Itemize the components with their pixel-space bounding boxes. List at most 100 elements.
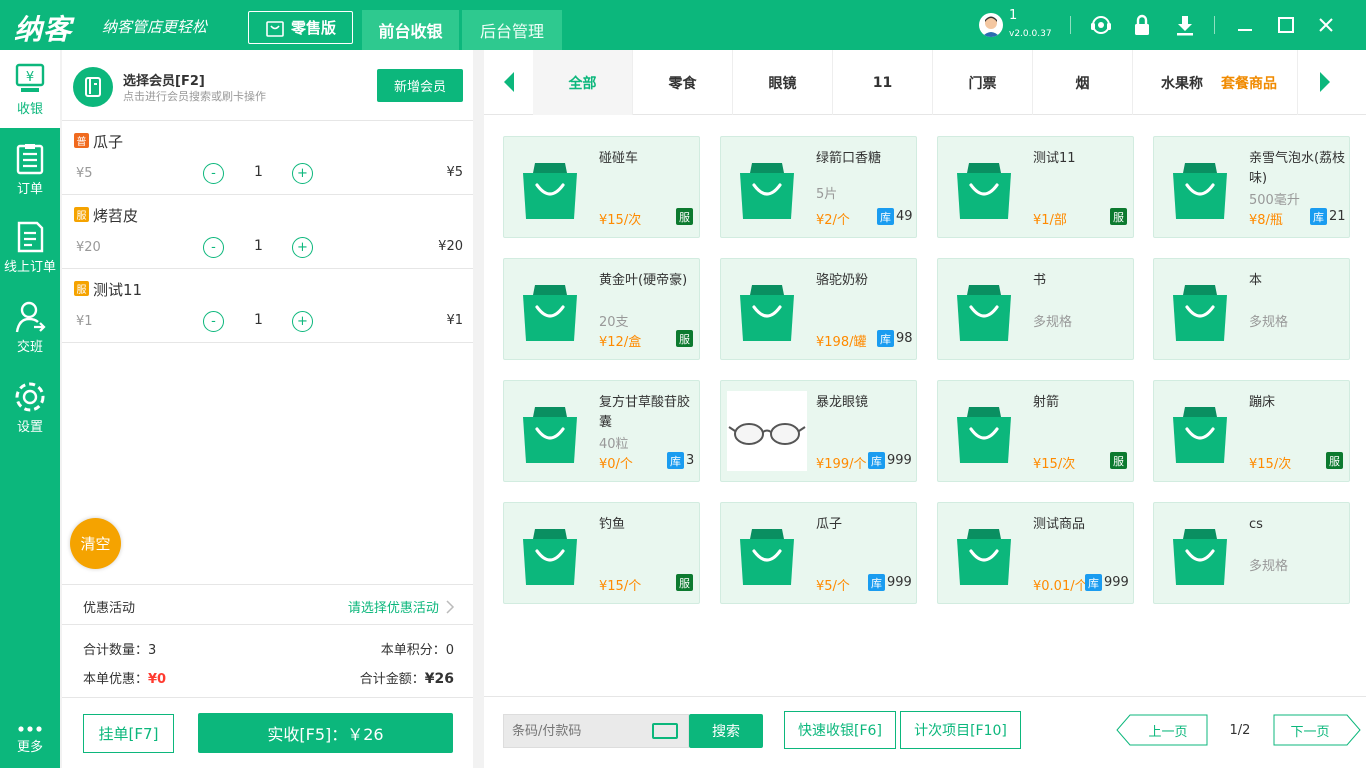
sidebar-item-cashier[interactable]: ¥ 收银 [0, 50, 60, 128]
increase-qty-button[interactable]: + [292, 237, 313, 258]
category-prev-arrow[interactable] [504, 72, 514, 92]
member-icon[interactable] [73, 67, 113, 107]
lock-icon[interactable] [1130, 13, 1154, 37]
product-name: 骆驼奶粉 [816, 273, 869, 288]
category-tab[interactable]: 门票 [933, 50, 1033, 115]
cart-item[interactable]: 普瓜子 ¥5-1 + ¥5 [62, 121, 473, 195]
sidebar-item-online-orders[interactable]: 线上订单 [0, 208, 60, 286]
decrease-qty-button[interactable]: - [203, 163, 224, 184]
product-card[interactable]: 测试11 ¥1/部 服 [937, 136, 1134, 238]
more-icon [18, 726, 42, 732]
decrease-qty-button[interactable]: - [203, 311, 224, 332]
product-spec: 多规格 [1249, 315, 1289, 330]
sidebar-item-more[interactable]: 更多 [0, 710, 60, 768]
search-button[interactable]: 搜索 [689, 714, 763, 748]
cart-item-price: ¥20 [76, 240, 101, 255]
product-card[interactable]: 钓鱼 ¥15/个 服 [503, 502, 700, 604]
settings-icon [15, 382, 45, 412]
tab-back-office[interactable]: 后台管理 [462, 10, 562, 50]
minimize-icon[interactable] [1233, 13, 1257, 37]
category-tab[interactable]: 烟 [1033, 50, 1133, 115]
count-items-button[interactable]: 计次项目[F10] [900, 711, 1021, 749]
close-icon[interactable] [1314, 13, 1338, 37]
product-card[interactable]: 本多规格 [1153, 258, 1350, 360]
category-tab[interactable]: 套餐商品 [1203, 50, 1298, 115]
product-card[interactable]: 射箭 ¥15/次 服 [937, 380, 1134, 482]
product-stock: 3 [686, 453, 695, 468]
download-icon[interactable] [1173, 13, 1197, 37]
shopping-bag-icon [521, 403, 579, 463]
category-next-arrow[interactable] [1320, 72, 1330, 92]
shopping-bag-icon [1171, 525, 1229, 585]
category-bar: 全部 零食 眼镜 11 门票烟水果称 套餐商品 [484, 50, 1366, 115]
product-name: 本 [1249, 273, 1263, 288]
product-stock: 21 [1329, 209, 1346, 224]
edition-badge[interactable]: 零售版 [248, 11, 353, 44]
separator [1070, 16, 1071, 34]
product-card[interactable]: 碰碰车 ¥15/次 服 [503, 136, 700, 238]
cart-item[interactable]: 服烤苕皮 ¥20 - 1 + ¥20 [62, 195, 473, 269]
next-page-button[interactable]: 下一页 [1274, 714, 1346, 746]
maximize-icon[interactable] [1274, 13, 1298, 37]
product-card[interactable]: 绿箭口香糖 5片 ¥2/个 库 49 [720, 136, 917, 238]
hold-order-button[interactable]: 挂单[F7] [83, 714, 174, 753]
product-tag: 库 [877, 208, 894, 225]
cart-item[interactable]: 服测试11 ¥1-1 + ¥1 [62, 269, 473, 343]
product-spec: 20支 [599, 315, 629, 330]
category-tab[interactable]: 零食 [633, 50, 733, 115]
cart-panel: 选择会员[F2] 点击进行会员搜索或刷卡操作 新增会员 普瓜子 ¥5-1 + ¥5 服烤… [62, 50, 473, 768]
user-info: 1 v2.0.0.37 [1009, 9, 1052, 41]
prev-page-button[interactable]: 上一页 [1129, 714, 1207, 746]
glasses-image [727, 391, 807, 471]
product-card[interactable]: 瓜子 ¥5/个 库 999 [720, 502, 917, 604]
product-card[interactable]: 书多规格 [937, 258, 1134, 360]
keyboard-icon[interactable] [652, 723, 678, 739]
increase-qty-button[interactable]: + [292, 311, 313, 332]
user-avatar[interactable] [979, 13, 1003, 37]
cart-item-qty: 1 [254, 238, 263, 254]
quick-cash-button[interactable]: 快速收银[F6] [784, 711, 896, 749]
product-tag: 库 [1310, 208, 1327, 225]
page-indicator: 1/2 [1229, 722, 1251, 738]
product-price: ¥12/盒 [599, 335, 642, 350]
shopping-bag-icon [955, 159, 1013, 219]
product-card[interactable]: 蹦床 ¥15/次 服 [1153, 380, 1350, 482]
barcode-input[interactable] [512, 721, 642, 741]
tab-front-cashier[interactable]: 前台收银 [362, 10, 459, 50]
sidebar-item-label: 订单 [16, 182, 43, 197]
increase-qty-button[interactable]: + [292, 163, 313, 184]
select-promotion-link[interactable]: 请选择优惠活动 [348, 597, 455, 616]
select-member-title[interactable]: 选择会员[F2] [123, 70, 205, 89]
cart-item-total: ¥5 [446, 165, 463, 180]
checkout-button[interactable]: 实收[F5]：￥26 [198, 713, 453, 753]
product-tag: 服 [1110, 452, 1127, 469]
add-member-button[interactable]: 新增会员 [377, 69, 463, 102]
product-tag: 库 [1085, 574, 1102, 591]
clear-cart-button[interactable]: 清空 [70, 518, 121, 569]
product-card[interactable]: 复方甘草酸苷胶囊 40粒 ¥0/个 库 3 [503, 380, 700, 482]
customer-service-icon[interactable] [1089, 13, 1113, 37]
sidebar-item-label: 交班 [16, 340, 43, 355]
product-spec: 多规格 [1033, 315, 1073, 330]
product-stock: 98 [896, 331, 913, 346]
category-tab[interactable]: 11 [833, 50, 933, 115]
product-card[interactable]: 测试商品 ¥0.01/个库 999 [937, 502, 1134, 604]
product-price: ¥0/个 [599, 457, 633, 472]
category-tab[interactable]: 全部 [533, 50, 633, 115]
product-card[interactable]: 黄金叶(硬帝豪) 20支 ¥12/盒 服 [503, 258, 700, 360]
barcode-search [503, 714, 689, 748]
sidebar-item-settings[interactable]: 设置 [0, 368, 60, 446]
product-price: ¥2/个 [816, 213, 850, 228]
product-card[interactable]: 亲雪气泡水(荔枝味) 500毫升 ¥8/瓶 库 21 [1153, 136, 1350, 238]
product-card[interactable]: 骆驼奶粉 ¥198/罐库 98 [720, 258, 917, 360]
order-points-value: 0 [445, 643, 454, 658]
product-stock: 49 [896, 209, 913, 224]
category-tab[interactable]: 眼镜 [733, 50, 833, 115]
product-card[interactable]: 暴龙眼镜 ¥199/个库 999 [720, 380, 917, 482]
sidebar-item-orders[interactable]: 订单 [0, 130, 60, 208]
product-name: 瓜子 [816, 517, 843, 532]
category-tab[interactable]: 水果称 [1133, 50, 1203, 115]
sidebar-item-shift[interactable]: 交班 [0, 288, 60, 366]
product-card[interactable]: cs 多规格 [1153, 502, 1350, 604]
decrease-qty-button[interactable]: - [203, 237, 224, 258]
